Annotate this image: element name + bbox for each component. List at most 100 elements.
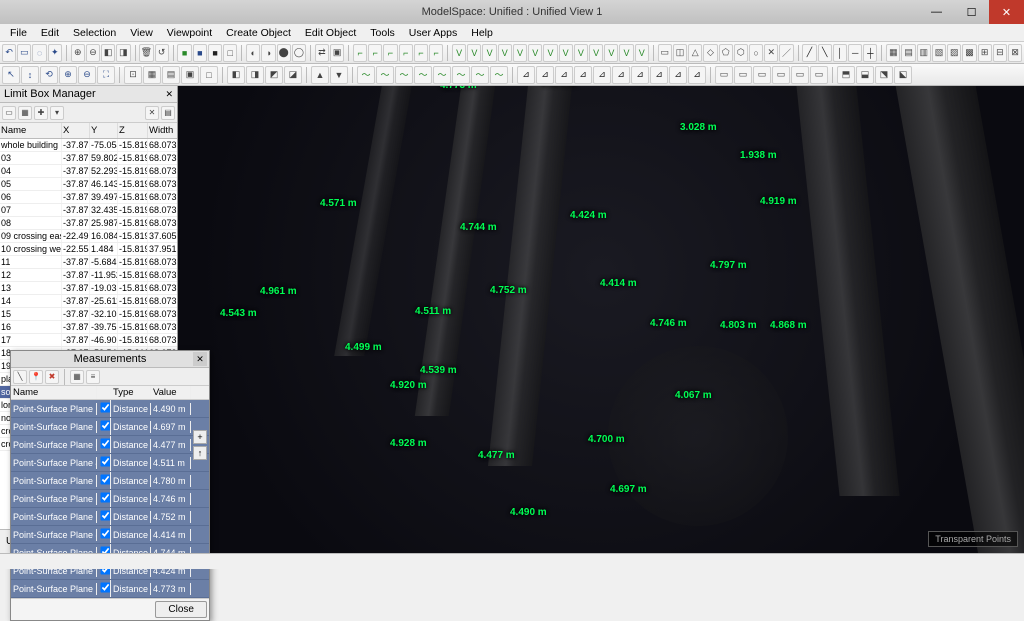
measurement-label-3d[interactable]: 4.543 m — [220, 308, 257, 319]
measurement-label-3d[interactable]: 4.803 m — [720, 320, 757, 331]
menu-user-apps[interactable]: User Apps — [403, 26, 463, 40]
a8[interactable]: ⊿ — [650, 66, 668, 84]
meas-checkbox[interactable] — [100, 456, 110, 466]
meas-row[interactable]: Point-Surface Plane 4Distance4.511 m — [11, 454, 209, 472]
measurement-label-3d[interactable]: 4.919 m — [760, 196, 797, 207]
meas-row[interactable]: Point-Surface Plane 3Distance4.477 m — [11, 436, 209, 454]
a7[interactable]: ⊿ — [631, 66, 649, 84]
c8[interactable]: 〜 — [490, 66, 508, 84]
lbm-tool-opt[interactable]: ▤ — [161, 106, 175, 120]
measurement-label-3d[interactable]: 4.424 m — [570, 210, 607, 221]
lbm-col[interactable]: Z — [118, 123, 148, 138]
undo-icon[interactable]: ↶ — [2, 44, 16, 62]
meas-checkbox[interactable] — [100, 582, 110, 592]
meas-checkbox[interactable] — [100, 492, 110, 502]
p7[interactable]: ⊞ — [978, 44, 992, 62]
b1[interactable]: ▭ — [715, 66, 733, 84]
c7[interactable]: 〜 — [471, 66, 489, 84]
measurement-label-3d[interactable]: 4.539 m — [420, 365, 457, 376]
measurement-label-3d[interactable]: 4.571 m — [320, 198, 357, 209]
meas-checkbox[interactable] — [100, 474, 110, 484]
reset-icon[interactable]: ↺ — [155, 44, 169, 62]
a3[interactable]: ⊿ — [555, 66, 573, 84]
shade3-icon[interactable]: ⬤ — [277, 44, 291, 62]
meas-tool-db[interactable]: ≡ — [86, 370, 100, 384]
v1[interactable]: V — [452, 44, 466, 62]
b2[interactable]: ▭ — [734, 66, 752, 84]
lbm-row[interactable]: 05-37.87546.143-15.81968.073 — [0, 178, 177, 191]
grid-icon[interactable]: ▣ — [330, 44, 344, 62]
meas-col[interactable] — [97, 392, 111, 394]
a5[interactable]: ⊿ — [593, 66, 611, 84]
e1[interactable]: ╱ — [802, 44, 816, 62]
measurement-label-3d[interactable]: 4.961 m — [260, 286, 297, 297]
s3[interactable]: ◩ — [265, 66, 283, 84]
lbm-row[interactable]: 06-37.87539.497-15.81968.073 — [0, 191, 177, 204]
view4[interactable]: ▣ — [181, 66, 199, 84]
transparent-points-tag[interactable]: Transparent Points — [928, 531, 1018, 547]
select-rect-icon[interactable]: ▭ — [17, 44, 31, 62]
v2[interactable]: V — [467, 44, 481, 62]
fill2-icon[interactable]: ■ — [193, 44, 207, 62]
e5[interactable]: ┼ — [863, 44, 877, 62]
m3[interactable]: △ — [688, 44, 702, 62]
v12[interactable]: V — [619, 44, 633, 62]
meas-row[interactable]: Point-Surface Plane 8Distance4.414 m — [11, 526, 209, 544]
shade2-icon[interactable]: ◑ — [261, 44, 275, 62]
measurement-label-3d[interactable]: 4.490 m — [510, 507, 547, 518]
c1[interactable]: 〜 — [357, 66, 375, 84]
sel-out-icon[interactable]: ◨ — [116, 44, 130, 62]
meas-checkbox[interactable] — [100, 528, 110, 538]
meas-checkbox[interactable] — [100, 510, 110, 520]
measurement-label-3d[interactable]: 4.499 m — [345, 342, 382, 353]
view5[interactable]: □ — [200, 66, 218, 84]
meas-col[interactable]: Type — [111, 386, 151, 399]
lbm-row[interactable]: 13-37.875-19.035-15.81968.073 — [0, 282, 177, 295]
m5[interactable]: ⬠ — [719, 44, 733, 62]
meas-checkbox[interactable] — [100, 420, 110, 430]
meas-row[interactable]: Point-Surface Plane 5Distance4.780 m — [11, 472, 209, 490]
lbm-tool-2[interactable]: ▦ — [18, 106, 32, 120]
v4[interactable]: V — [498, 44, 512, 62]
measurement-label-3d[interactable]: 4.067 m — [675, 390, 712, 401]
lbm-row[interactable]: whole building-37.875-75.054-15.81968.07… — [0, 139, 177, 152]
maximize-button[interactable]: ☐ — [954, 0, 989, 24]
meas-col[interactable]: Name — [11, 386, 97, 399]
lbm-row[interactable]: 08-37.87525.987-15.81968.073 — [0, 217, 177, 230]
view1[interactable]: ⊡ — [124, 66, 142, 84]
a4[interactable]: ⊿ — [574, 66, 592, 84]
lbm-row[interactable]: 15-37.875-32.103-15.81968.073 — [0, 308, 177, 321]
s1[interactable]: ◧ — [227, 66, 245, 84]
lbm-row[interactable]: 17-37.875-46.906-15.81968.073 — [0, 334, 177, 347]
m9[interactable]: ／ — [779, 44, 793, 62]
a1[interactable]: ⊿ — [517, 66, 535, 84]
e2[interactable]: ╲ — [818, 44, 832, 62]
panel-close-icon[interactable]: ✕ — [165, 89, 173, 100]
lbm-row[interactable]: 14-37.875-25.611-15.81968.073 — [0, 295, 177, 308]
t1[interactable]: ⌐ — [353, 44, 367, 62]
measurement-label-3d[interactable]: 4.744 m — [460, 222, 497, 233]
fill1-icon[interactable]: ■ — [177, 44, 191, 62]
v9[interactable]: V — [574, 44, 588, 62]
delete-icon[interactable]: 🗑 — [139, 44, 153, 62]
measurement-label-3d[interactable]: 4.928 m — [390, 438, 427, 449]
mirror-icon[interactable]: ⇄ — [315, 44, 329, 62]
x2[interactable]: ⬓ — [856, 66, 874, 84]
lbm-tool-4[interactable]: ▾ — [50, 106, 64, 120]
shade1-icon[interactable]: ◐ — [246, 44, 260, 62]
measurements-close-icon[interactable]: ✕ — [193, 352, 207, 366]
menu-file[interactable]: File — [4, 26, 33, 40]
a10[interactable]: ⊿ — [688, 66, 706, 84]
measurement-label-3d[interactable]: 4.746 m — [650, 318, 687, 329]
meas-tool-copy[interactable]: ▦ — [70, 370, 84, 384]
v6[interactable]: V — [528, 44, 542, 62]
lbm-row[interactable]: 11-37.875-5.684-15.81968.073 — [0, 256, 177, 269]
zoom-out-icon[interactable]: ⊖ — [78, 66, 96, 84]
v8[interactable]: V — [559, 44, 573, 62]
measurements-header[interactable]: Measurements ✕ — [11, 351, 209, 368]
b5[interactable]: ▭ — [791, 66, 809, 84]
a6[interactable]: ⊿ — [612, 66, 630, 84]
lbm-row[interactable]: 12-37.875-11.952-15.81968.073 — [0, 269, 177, 282]
s2[interactable]: ◨ — [246, 66, 264, 84]
shade4-icon[interactable]: ◯ — [292, 44, 306, 62]
